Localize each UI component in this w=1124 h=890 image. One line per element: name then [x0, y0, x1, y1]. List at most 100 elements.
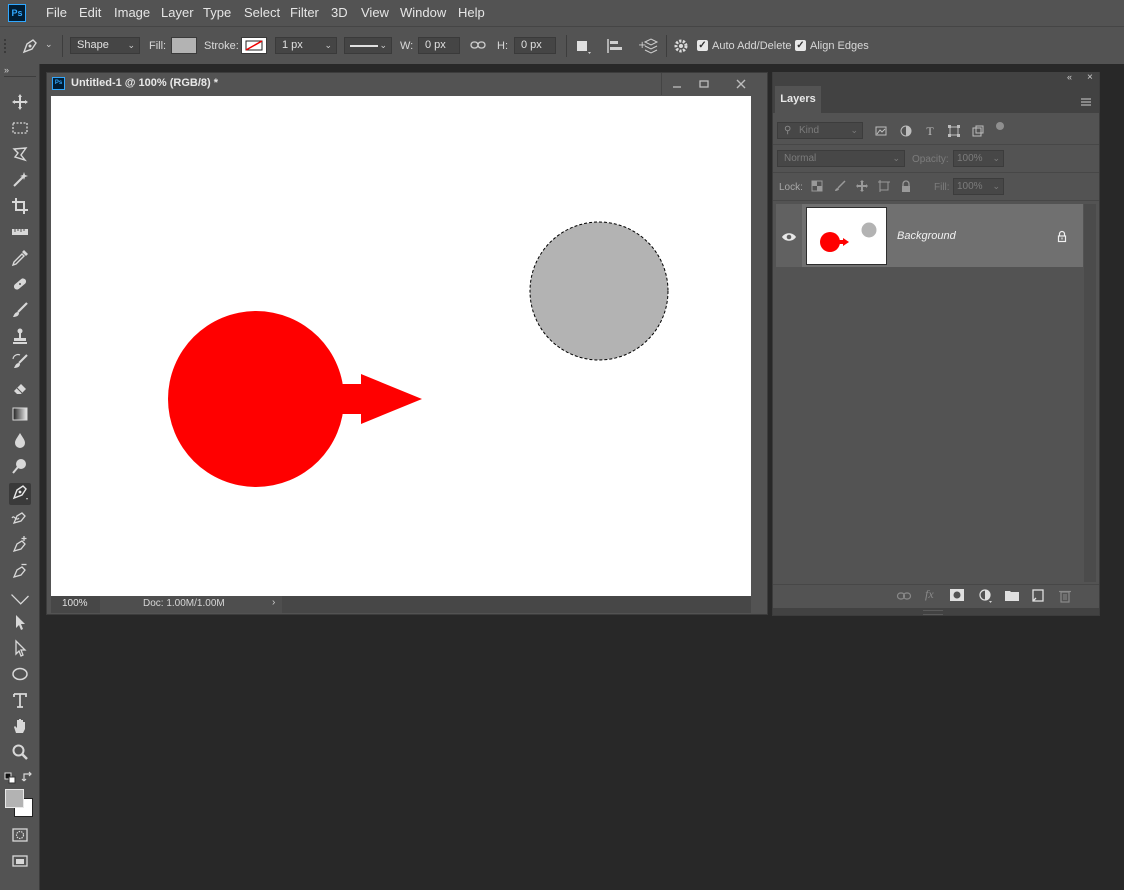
adjustment-layer-filter-icon[interactable] — [899, 124, 913, 138]
stroke-type-select[interactable]: ⌄ — [344, 37, 392, 54]
menu-select[interactable]: Select — [244, 5, 280, 20]
layer-kind-filter[interactable]: ⚲ Kind ⌄ — [777, 122, 863, 139]
zoom-level[interactable]: 100% — [62, 598, 88, 609]
close-panel-icon[interactable]: × — [1087, 72, 1093, 83]
lasso-tool-icon[interactable] — [9, 145, 31, 167]
ruler-tool-icon[interactable] — [9, 223, 31, 245]
align-edges-checkbox[interactable]: ✓ — [795, 40, 806, 51]
fill-input[interactable]: 100% ⌄ — [953, 178, 1004, 195]
visibility-cell[interactable] — [776, 204, 802, 267]
menu-type[interactable]: Type — [203, 5, 231, 20]
menu-3d[interactable]: 3D — [331, 5, 348, 20]
close-icon[interactable] — [735, 78, 747, 90]
brush-tool-icon[interactable] — [9, 301, 31, 323]
canvas[interactable] — [51, 96, 751, 596]
menu-image[interactable]: Image — [114, 5, 150, 20]
layers-scrollbar[interactable] — [1084, 204, 1096, 582]
menu-view[interactable]: View — [361, 5, 389, 20]
link-icon[interactable] — [470, 39, 486, 51]
chevron-right-icon[interactable]: › — [272, 597, 275, 608]
lock-artboard-icon[interactable] — [877, 180, 891, 194]
delete-anchor-point-tool-icon[interactable] — [9, 561, 31, 583]
smart-object-filter-icon[interactable] — [971, 124, 985, 138]
swap-colors-icon[interactable] — [21, 771, 34, 783]
direct-selection-tool-icon[interactable] — [9, 639, 31, 661]
tab-layers[interactable]: Layers — [775, 86, 821, 113]
menu-window[interactable]: Window — [400, 5, 446, 20]
layer-name[interactable]: Background — [897, 230, 956, 242]
crop-tool-icon[interactable] — [9, 197, 31, 219]
panel-menu-icon[interactable] — [1081, 95, 1091, 106]
rectangular-marquee-tool-icon[interactable] — [9, 119, 31, 141]
new-layer-icon[interactable] — [1032, 589, 1045, 602]
width-input[interactable]: 0 px — [418, 37, 460, 54]
dodge-tool-icon[interactable] — [9, 457, 31, 479]
history-brush-tool-icon[interactable] — [9, 353, 31, 375]
pixel-layer-filter-icon[interactable] — [874, 124, 888, 138]
lock-all-icon[interactable] — [899, 180, 913, 194]
preset-chevron-down-icon[interactable]: ⌄ — [45, 39, 53, 50]
eye-icon[interactable] — [781, 231, 797, 241]
magic-wand-tool-icon[interactable] — [9, 171, 31, 193]
lock-transparent-pixels-icon[interactable] — [810, 180, 824, 194]
type-tool-icon[interactable] — [9, 691, 31, 713]
path-arrangement-icon[interactable]: + — [638, 37, 660, 55]
stroke-color-swatch[interactable] — [241, 37, 267, 54]
path-selection-tool-icon[interactable] — [9, 613, 31, 635]
opacity-input[interactable]: 100% ⌄ — [953, 150, 1004, 167]
gradient-tool-icon[interactable] — [9, 405, 31, 427]
gear-icon[interactable] — [672, 37, 690, 55]
collapse-toolbar-icon[interactable]: » — [4, 65, 9, 75]
fill-color-swatch[interactable] — [171, 37, 197, 54]
new-group-folder-icon[interactable] — [1005, 589, 1019, 601]
hand-tool-icon[interactable] — [9, 717, 31, 739]
convert-point-tool-icon[interactable] — [9, 587, 31, 609]
move-tool-icon[interactable] — [9, 93, 31, 115]
minimize-icon[interactable] — [671, 78, 683, 90]
height-input[interactable]: 0 px — [514, 37, 556, 54]
freeform-pen-tool-icon[interactable] — [9, 509, 31, 531]
filter-toggle-icon[interactable] — [996, 122, 1004, 130]
doc-info-area[interactable]: Doc: 1.00M/1.00M › — [100, 596, 282, 613]
eraser-tool-icon[interactable] — [9, 379, 31, 401]
tool-mode-select[interactable]: Shape ⌄ — [70, 37, 140, 54]
zoom-tool-icon[interactable] — [9, 743, 31, 765]
eyedropper-tool-icon[interactable] — [9, 249, 31, 271]
pen-tool-icon[interactable] — [9, 483, 31, 505]
link-layers-icon[interactable] — [896, 590, 912, 602]
type-layer-filter-icon[interactable]: T — [923, 124, 937, 138]
shape-layer-filter-icon[interactable] — [947, 124, 961, 138]
layer-row-background[interactable]: Background — [776, 204, 1083, 267]
add-mask-icon[interactable] — [950, 589, 964, 601]
panel-resize-strip[interactable] — [773, 608, 1099, 615]
blend-mode-select[interactable]: Normal ⌄ — [777, 150, 905, 167]
document-title-bar[interactable]: Ps Untitled-1 @ 100% (RGB/8) * — [47, 73, 767, 95]
menu-edit[interactable]: Edit — [79, 5, 101, 20]
add-anchor-point-tool-icon[interactable] — [9, 535, 31, 557]
blur-tool-icon[interactable] — [9, 431, 31, 453]
healing-brush-tool-icon[interactable] — [9, 275, 31, 297]
quick-mask-icon[interactable] — [10, 827, 30, 843]
menu-file[interactable]: File — [46, 5, 67, 20]
path-operations-icon[interactable] — [575, 39, 593, 55]
menu-filter[interactable]: Filter — [290, 5, 319, 20]
clone-stamp-tool-icon[interactable] — [9, 327, 31, 349]
foreground-color-swatch[interactable] — [5, 789, 24, 808]
menu-help[interactable]: Help — [458, 5, 485, 20]
lock-icon[interactable] — [1056, 230, 1068, 243]
auto-add-delete-checkbox[interactable]: ✓ — [697, 40, 708, 51]
pen-tool-preset-icon[interactable] — [20, 36, 40, 56]
new-adjustment-layer-icon[interactable] — [979, 589, 993, 603]
grip-handle[interactable] — [4, 39, 10, 53]
ellipse-tool-icon[interactable] — [9, 665, 31, 687]
trash-icon[interactable] — [1059, 589, 1071, 603]
default-colors-icon[interactable] — [4, 772, 16, 784]
screen-mode-icon[interactable] — [10, 853, 30, 869]
layer-style-fx-icon[interactable]: fx — [925, 587, 934, 602]
gray-circle-shape[interactable] — [529, 221, 669, 361]
lock-image-pixels-icon[interactable] — [833, 180, 847, 194]
lock-position-icon[interactable] — [855, 180, 869, 194]
collapse-panels-icon[interactable]: « — [1067, 72, 1072, 82]
menu-layer[interactable]: Layer — [161, 5, 194, 20]
stroke-width-select[interactable]: 1 px ⌄ — [275, 37, 337, 54]
